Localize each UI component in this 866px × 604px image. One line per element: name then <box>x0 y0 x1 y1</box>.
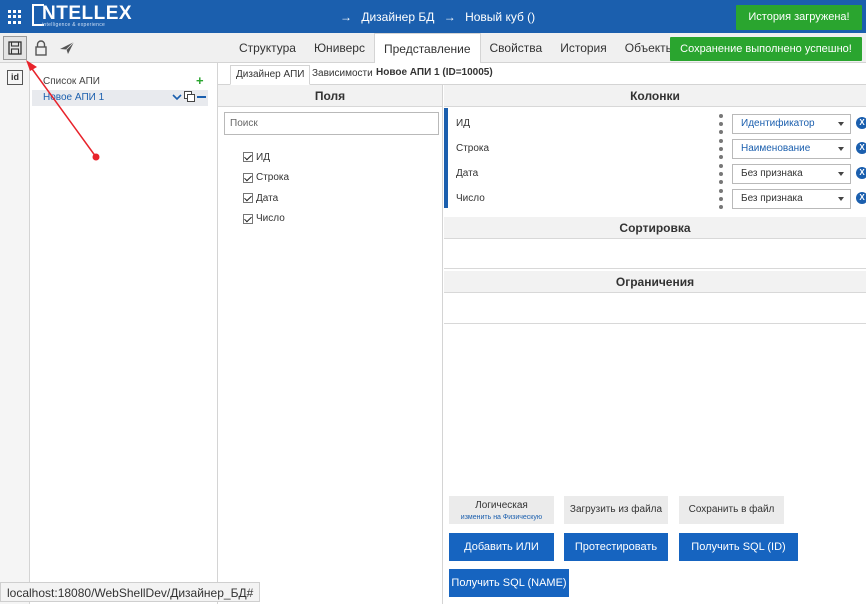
search-input[interactable] <box>224 112 439 135</box>
chevron-down-icon <box>838 122 844 126</box>
toast-history-loaded[interactable]: История загружена! <box>736 5 862 30</box>
grid-menu-icon[interactable] <box>8 10 22 24</box>
table-row: Дата Без признака X <box>448 162 866 187</box>
fields-header: Поля <box>218 85 442 107</box>
table-row: ИД Идентификатор X <box>448 112 866 137</box>
field-label: Дата <box>256 192 279 204</box>
attribute-select[interactable]: Идентификатор <box>732 114 851 134</box>
save-to-file-button[interactable]: Сохранить в файл <box>679 496 784 524</box>
status-url: localhost:18080/WebShellDev/Дизайнер_БД# <box>0 582 261 602</box>
sorting-area[interactable] <box>444 239 866 269</box>
get-sql-id-button[interactable]: Получить SQL (ID) <box>679 533 798 561</box>
drag-handle-icon[interactable] <box>719 139 723 159</box>
chevron-down-icon <box>838 172 844 176</box>
api-subheader: Дизайнер АПИ Зависимости Новое АПИ 1 (ID… <box>218 63 866 85</box>
left-rail: id <box>0 63 30 604</box>
tab-dependencies[interactable]: Зависимости <box>307 65 378 85</box>
attribute-value: Наименование <box>741 143 811 154</box>
drag-handle-icon[interactable] <box>719 164 723 184</box>
breadcrumb-item-cube[interactable]: Новый куб () <box>465 10 535 24</box>
main-tabs: Структура Юниверс Представление Свойства… <box>230 33 698 64</box>
logical-mode-button[interactable]: Логическая изменить на Физическую <box>449 496 554 524</box>
checkbox[interactable] <box>243 172 253 183</box>
constraints-area[interactable] <box>444 293 866 324</box>
table-row: Число Без признака X <box>448 187 866 212</box>
checkbox[interactable] <box>243 152 253 163</box>
toast-save-success[interactable]: Сохранение выполнено успешно! <box>670 37 862 61</box>
copy-icon[interactable] <box>184 91 195 102</box>
save-button[interactable] <box>3 36 27 60</box>
breadcrumb-arrow: → <box>340 10 352 24</box>
tab-history[interactable]: История <box>551 33 616 63</box>
chevron-down-icon <box>838 147 844 151</box>
api-title: Новое АПИ 1 (ID=10005) <box>376 67 493 78</box>
api-id-label: id <box>11 72 19 82</box>
column-name: Строка <box>456 143 490 154</box>
tab-api-designer[interactable]: Дизайнер АПИ <box>230 65 311 85</box>
checkbox[interactable] <box>243 213 253 224</box>
send-icon <box>60 41 75 54</box>
drag-handle-icon[interactable] <box>719 189 723 209</box>
breadcrumb-item-designer[interactable]: Дизайнер БД <box>361 10 434 24</box>
breadcrumb: → Дизайнер БД → Новый куб () <box>340 10 541 24</box>
chevron-down-icon <box>838 197 844 201</box>
chevron-down-icon[interactable] <box>172 93 182 101</box>
field-label: Строка <box>256 172 290 184</box>
drag-handle-icon[interactable] <box>719 114 723 134</box>
api-item-label: Новое АПИ 1 <box>43 92 105 103</box>
api-list-panel: Список АПИ + Новое АПИ 1 <box>30 63 218 604</box>
logo-tagline: intelligence & experience <box>42 22 106 28</box>
column-name: ИД <box>456 118 470 129</box>
logical-mode-label: Логическая <box>475 500 528 511</box>
list-item[interactable]: Новое АПИ 1 <box>32 90 208 106</box>
breadcrumb-arrow: → <box>443 10 456 24</box>
test-button[interactable]: Протестировать <box>564 533 668 561</box>
remove-icon[interactable]: X <box>856 167 866 179</box>
attribute-select[interactable]: Без признака <box>732 164 851 184</box>
load-from-file-button[interactable]: Загрузить из файла <box>564 496 668 524</box>
tab-presentation[interactable]: Представление <box>373 33 481 64</box>
attribute-value: Идентификатор <box>741 118 815 129</box>
column-name: Число <box>456 193 485 204</box>
get-sql-name-button[interactable]: Получить SQL (NAME) <box>449 569 569 597</box>
save-icon <box>8 41 22 55</box>
table-row: Строка Наименование X <box>448 137 866 162</box>
api-id-icon[interactable]: id <box>7 70 23 85</box>
attribute-select[interactable]: Без признака <box>732 189 851 209</box>
add-icon[interactable]: + <box>196 73 204 88</box>
field-label: ИД <box>256 151 270 163</box>
sorting-header: Сортировка <box>444 217 866 239</box>
add-or-button[interactable]: Добавить ИЛИ <box>449 533 554 561</box>
attribute-select[interactable]: Наименование <box>732 139 851 159</box>
publish-button[interactable] <box>55 36 79 60</box>
lock-button[interactable] <box>29 36 53 60</box>
minus-icon[interactable] <box>197 93 206 101</box>
columns-header: Колонки <box>444 85 866 107</box>
fields-panel: Поля ИД Строка Дата Число <box>218 85 443 604</box>
attribute-value: Без признака <box>741 168 803 179</box>
list-item[interactable]: Число <box>243 209 289 230</box>
columns-panel: Колонки ИД Идентификатор X Строка Наимен… <box>444 85 866 604</box>
list-item[interactable]: Строка <box>243 168 289 189</box>
tab-structure[interactable]: Структура <box>230 33 305 63</box>
constraints-header: Ограничения <box>444 271 866 293</box>
lock-icon <box>35 40 47 56</box>
list-item[interactable]: ИД <box>243 147 289 168</box>
field-label: Число <box>256 213 285 225</box>
logo: NTELLEX intelligence & experience <box>32 3 132 29</box>
api-list-title: Список АПИ <box>43 76 100 87</box>
attribute-value: Без признака <box>741 193 803 204</box>
tab-universe[interactable]: Юниверс <box>305 33 374 63</box>
field-list: ИД Строка Дата Число <box>243 147 289 229</box>
columns-list: ИД Идентификатор X Строка Наименование X… <box>444 108 866 209</box>
logical-mode-sublabel: изменить на Физическую <box>460 514 543 521</box>
column-name: Дата <box>456 168 479 179</box>
remove-icon[interactable]: X <box>856 142 866 154</box>
list-item[interactable]: Дата <box>243 188 289 209</box>
checkbox[interactable] <box>243 193 253 204</box>
remove-icon[interactable]: X <box>856 192 866 204</box>
tab-properties[interactable]: Свойства <box>481 33 552 63</box>
remove-icon[interactable]: X <box>856 117 866 129</box>
